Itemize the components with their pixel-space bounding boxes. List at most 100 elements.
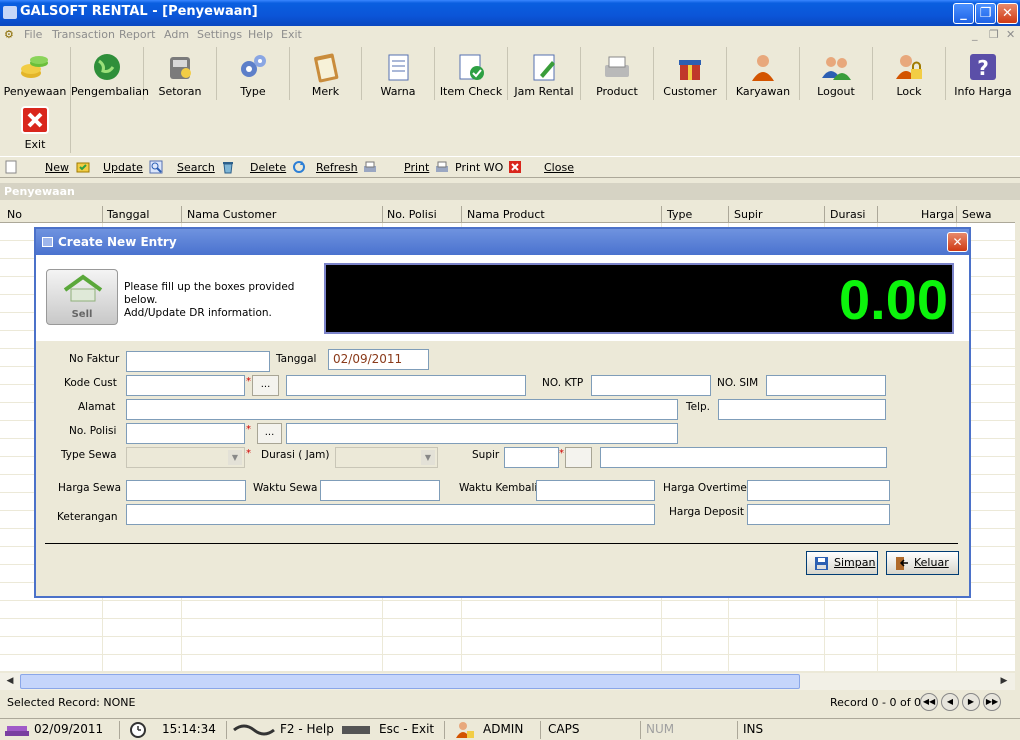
menu-file[interactable]: File [24,28,42,41]
supir-code-field[interactable] [504,447,559,468]
column-no-polisi[interactable]: No. Polisi [387,208,437,221]
waktu-sewa-field[interactable] [320,480,440,501]
app-menu-icon[interactable]: ⚙ [4,28,14,41]
toolbar-lock[interactable]: Lock [873,47,946,100]
close-window-button[interactable]: ✕ [997,3,1018,24]
simpan-button[interactable]: Simpan [806,551,878,575]
update-button[interactable]: Update [103,161,143,174]
keyboard-exit-icon [342,726,370,734]
status-exit: Esc - Exit [379,722,435,736]
nav-next-icon[interactable]: ▶ [962,693,980,711]
tanggal-field[interactable]: 02/09/2011 [328,349,429,370]
product-name-field[interactable] [286,423,678,444]
delete-button[interactable]: Delete [250,161,286,174]
menu-report[interactable]: Report [119,28,155,41]
kode-cust-browse-button[interactable]: ... [252,375,279,396]
notepad-icon [388,54,409,81]
column-nama-customer[interactable]: Nama Customer [187,208,276,221]
restore-button[interactable]: ❐ [975,3,996,24]
toolbar-customer[interactable]: Customer [654,47,727,100]
toolbar-logout[interactable]: Logout [800,47,873,100]
column-sewa[interactable]: Sewa [962,208,992,221]
kode-cust-label: Kode Cust [64,377,117,389]
toolbar-product[interactable]: Product [581,47,654,100]
mdi-close-icon[interactable]: ✕ [1006,28,1015,41]
column-nama-product[interactable]: Nama Product [467,208,545,221]
search-button[interactable]: Search [177,161,215,174]
record-toolbar: New Update Search Delete Refresh Print P… [0,156,1020,178]
toolbar-item-check[interactable]: Item Check [435,47,508,100]
supir-name-field[interactable] [600,447,887,468]
keluar-button[interactable]: Keluar [886,551,959,575]
minimize-button[interactable]: _ [953,3,974,24]
books-icon [5,726,29,736]
status-num: NUM [646,722,675,736]
toolbar-info-harga[interactable]: ? Info Harga [946,47,1020,100]
dialog-close-button[interactable]: ✕ [947,232,968,252]
close-icon [509,161,521,173]
harga-sewa-field[interactable] [126,480,246,501]
print-wo-button[interactable]: Print WO [455,161,503,174]
type-sewa-select[interactable]: ▼ [126,447,245,468]
column-type[interactable]: Type [667,208,692,221]
menu-transaction[interactable]: Transaction [52,28,115,41]
menu-adm[interactable]: Adm [164,28,189,41]
no-polisi-field[interactable] [126,423,245,444]
waktu-kembali-field[interactable] [536,480,655,501]
no-polisi-browse-button[interactable]: ... [257,423,282,444]
column-durasi[interactable]: Durasi [830,208,866,221]
keterangan-label: Keterangan [57,511,118,523]
column-tanggal[interactable]: Tanggal [107,208,149,221]
horizontal-scrollbar[interactable]: ◀ ▶ [0,673,1015,690]
harga-deposit-field[interactable] [747,504,890,525]
scroll-left-icon[interactable]: ◀ [2,674,18,689]
mdi-restore-icon[interactable]: ❐ [989,28,999,41]
no-sim-field[interactable] [766,375,886,396]
durasi-label: Durasi ( Jam) [261,449,330,461]
menu-help[interactable]: Help [248,28,273,41]
printer-icon [605,56,629,77]
toolbar-exit[interactable]: Exit [0,100,71,153]
menu-settings[interactable]: Settings [197,28,242,41]
amount-value: 0.00 [839,268,948,331]
menu-exit[interactable]: Exit [281,28,302,41]
supir-browse-button[interactable] [565,447,592,468]
column-supir[interactable]: Supir [734,208,763,221]
coins-icon [21,56,48,78]
toolbar-merk[interactable]: Merk [290,47,362,100]
toolbar-karyawan[interactable]: Karyawan [727,47,800,100]
no-faktur-field[interactable] [126,351,270,372]
cashier-icon [170,57,191,79]
toolbar-pengembalian[interactable]: Pengembalian [71,47,149,100]
refresh-button[interactable]: Refresh [316,161,358,174]
toolbar-penyewaan[interactable]: Penyewaan [0,47,71,100]
toolbar-setoran[interactable]: Setoran [144,47,217,100]
harga-overtime-field[interactable] [747,480,890,501]
column-harga[interactable]: Harga [921,208,954,221]
nav-first-icon[interactable]: ◀◀ [920,693,938,711]
nav-last-icon[interactable]: ▶▶ [983,693,1001,711]
nav-prev-icon[interactable]: ◀ [941,693,959,711]
toolbar-type[interactable]: Type [217,47,290,100]
save-icon [815,557,828,570]
alamat-field[interactable] [126,399,678,420]
scroll-thumb[interactable] [20,674,800,689]
grid-footer: Selected Record: NONE Record 0 - 0 of 0 … [0,692,1020,712]
required-mark: * [246,448,251,459]
column-no[interactable]: No [7,208,22,221]
toolbar-jam-rental[interactable]: Jam Rental [508,47,581,100]
close-button[interactable]: Close [544,161,574,174]
kode-cust-field[interactable] [126,375,245,396]
customer-name-field[interactable] [286,375,526,396]
toolbar-warna[interactable]: Warna [362,47,435,100]
durasi-select[interactable]: ▼ [335,447,438,468]
help-icon: ? [970,54,996,80]
no-ktp-field[interactable] [591,375,711,396]
mdi-minimize-icon[interactable]: _ [972,28,978,41]
keterangan-field[interactable] [126,504,655,525]
print-button[interactable]: Print [404,161,429,174]
new-button[interactable]: New [45,161,69,174]
telp-field[interactable] [718,399,886,420]
scroll-right-icon[interactable]: ▶ [996,674,1012,689]
chevron-down-icon: ▼ [228,450,242,465]
